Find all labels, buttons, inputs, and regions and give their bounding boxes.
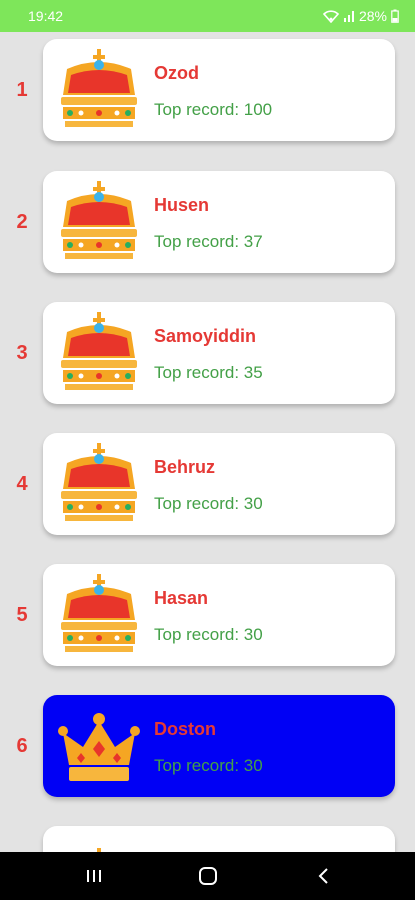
player-record: Top record: 30 bbox=[154, 625, 263, 644]
leaderboard-row: 4 Behruz Top record: 30 bbox=[0, 433, 415, 535]
player-record: Top record: 37 bbox=[154, 232, 263, 251]
rank-number: 3 bbox=[16, 341, 28, 364]
royal-crown-icon bbox=[61, 49, 137, 127]
leaderboard-row-partial bbox=[0, 826, 415, 852]
player-name: Husen bbox=[154, 195, 210, 215]
rank-number: 4 bbox=[16, 472, 28, 495]
player-name: Ozod bbox=[154, 63, 199, 83]
leaderboard-row: 1 Ozod Top record: 100 bbox=[0, 39, 415, 141]
player-record: Top record: 100 bbox=[154, 100, 273, 119]
battery-icon bbox=[391, 9, 399, 23]
rank-number: 1 bbox=[16, 78, 28, 101]
royal-crown-icon bbox=[97, 848, 101, 852]
status-bar: 19:42 28% bbox=[0, 0, 415, 32]
player-name: Hasan bbox=[154, 588, 209, 608]
rank-number: 6 bbox=[16, 734, 28, 757]
leaderboard-row: 3 Samoyiddin Top record: 35 bbox=[0, 302, 415, 404]
recents-icon bbox=[87, 870, 101, 882]
player-record: Top record: 30 bbox=[154, 494, 263, 513]
player-card[interactable] bbox=[43, 826, 395, 852]
home-icon bbox=[199, 867, 217, 885]
home-button[interactable] bbox=[194, 864, 222, 888]
signal-icon bbox=[343, 11, 354, 22]
player-record: Top record: 30 bbox=[154, 756, 263, 775]
crown-icon bbox=[58, 713, 140, 781]
battery-percent: 28% bbox=[358, 8, 387, 24]
player-name: Doston bbox=[154, 719, 216, 739]
player-card[interactable]: Behruz Top record: 30 bbox=[43, 433, 395, 535]
player-card-highlighted[interactable]: Doston Top record: 30 bbox=[43, 695, 395, 797]
player-card[interactable]: Husen Top record: 37 bbox=[43, 171, 395, 273]
recents-button[interactable] bbox=[80, 864, 108, 888]
player-card[interactable]: Ozod Top record: 100 bbox=[43, 39, 395, 141]
status-icons: 28% bbox=[322, 8, 399, 24]
royal-crown-icon bbox=[61, 574, 137, 652]
player-card[interactable]: Samoyiddin Top record: 35 bbox=[43, 302, 395, 404]
wifi-icon bbox=[322, 10, 339, 23]
player-name: Samoyiddin bbox=[154, 326, 257, 346]
navigation-bar bbox=[0, 852, 415, 900]
back-icon bbox=[318, 868, 328, 884]
royal-crown-icon bbox=[61, 181, 137, 259]
player-record: Top record: 35 bbox=[154, 363, 263, 382]
rank-number: 2 bbox=[16, 210, 28, 233]
back-button[interactable] bbox=[310, 864, 338, 888]
status-time: 19:42 bbox=[28, 8, 64, 24]
royal-crown-icon bbox=[61, 312, 137, 390]
leaderboard-row: 6 Doston Top record: 30 bbox=[0, 695, 415, 797]
leaderboard-row: 2 Husen Top record: 37 bbox=[0, 171, 415, 273]
leaderboard-list[interactable]: 1 Ozod Top record: 100 2 Husen Top recor… bbox=[0, 32, 415, 852]
royal-crown-icon bbox=[61, 443, 137, 521]
player-name: Behruz bbox=[154, 457, 216, 477]
leaderboard-row: 5 Hasan Top record: 30 bbox=[0, 564, 415, 666]
rank-number: 5 bbox=[16, 603, 28, 626]
player-card[interactable]: Hasan Top record: 30 bbox=[43, 564, 395, 666]
